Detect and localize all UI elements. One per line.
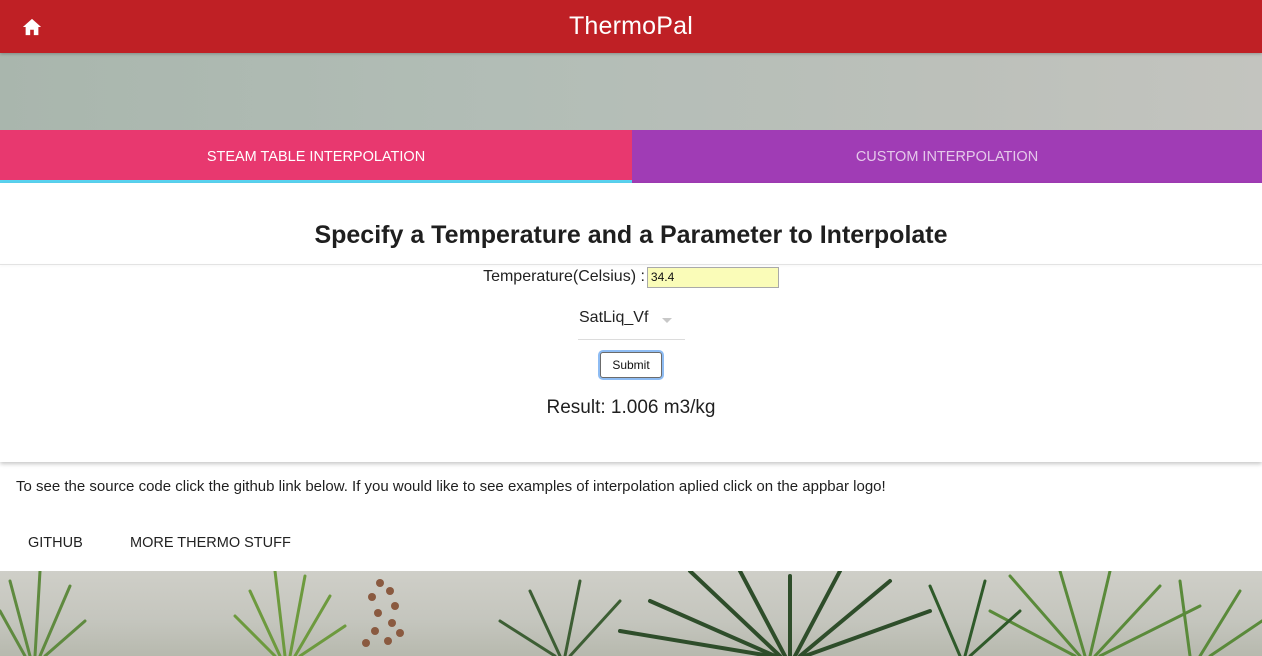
tab-steam-table-interpolation[interactable]: STEAM TABLE INTERPOLATION xyxy=(0,130,632,183)
parameter-select[interactable]: SatLiq_Vf xyxy=(578,305,685,340)
tab-custom-interpolation[interactable]: CUSTOM INTERPOLATION xyxy=(632,130,1262,183)
tab-label: CUSTOM INTERPOLATION xyxy=(855,148,1039,165)
app-bar: ThermoPal xyxy=(0,0,1262,53)
plant-illustration xyxy=(0,571,1262,656)
app-title: ThermoPal xyxy=(568,12,694,40)
plant-background-image xyxy=(0,571,1262,656)
info-text: To see the source code click the github … xyxy=(16,478,886,495)
tab-bar: STEAM TABLE INTERPOLATION CUSTOM INTERPO… xyxy=(0,130,1262,183)
background-image-strip xyxy=(0,53,1262,130)
temperature-row: Temperature(Celsius) : xyxy=(0,265,1262,289)
temperature-label: Temperature(Celsius) : xyxy=(483,268,645,285)
page: ThermoPal STEAM TABLE INTERPOLATION CUST… xyxy=(0,0,1262,656)
home-icon xyxy=(22,18,42,36)
parameter-select-value: SatLiq_Vf xyxy=(579,309,649,326)
github-button[interactable]: GITHUB xyxy=(16,530,95,556)
info-section: To see the source code click the github … xyxy=(0,462,1262,571)
interpolation-card: Specify a Temperature and a Parameter to… xyxy=(0,183,1262,462)
form-heading: Specify a Temperature and a Parameter to… xyxy=(314,221,948,249)
more-thermo-stuff-button[interactable]: MORE THERMO STUFF xyxy=(118,530,303,556)
caret-down-icon xyxy=(662,318,672,323)
result-text: Result: 1.006 m3/kg xyxy=(546,397,716,418)
temperature-input[interactable] xyxy=(646,266,779,288)
tab-label: STEAM TABLE INTERPOLATION xyxy=(206,148,426,165)
submit-button[interactable]: Submit xyxy=(600,352,662,378)
home-button[interactable] xyxy=(12,7,52,47)
